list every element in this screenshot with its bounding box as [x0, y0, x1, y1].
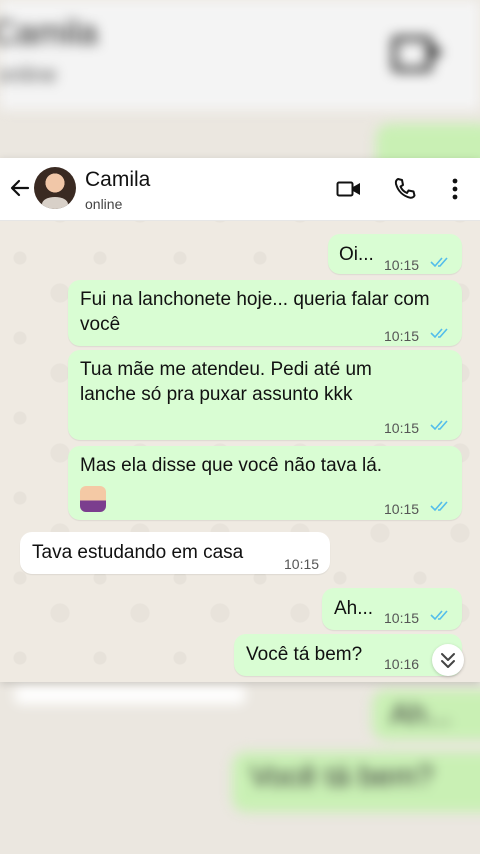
double-check-icon — [430, 501, 448, 512]
chevron-double-down-icon — [441, 653, 455, 668]
blurred-header: Camila online — [0, 0, 480, 110]
blurred-contact-name: Camila — [0, 14, 98, 52]
blurred-incoming-bubble — [14, 686, 246, 704]
message-time: 10:15 — [284, 556, 320, 572]
message-text: Tava estudando em casa — [32, 542, 244, 563]
blurred-status: online — [0, 62, 57, 87]
message-text: Ah... — [334, 598, 374, 619]
incoming-message[interactable]: Tava estudando em casa 10:15 — [20, 532, 330, 574]
blurred-video-icon — [392, 36, 443, 72]
scroll-down-button[interactable] — [432, 644, 464, 676]
contact-name[interactable]: Camila — [85, 168, 150, 192]
message-time: 10:15 — [384, 501, 420, 517]
outgoing-message[interactable]: Ah... 10:15 — [322, 588, 462, 630]
arrow-left-icon[interactable] — [8, 176, 32, 200]
double-check-icon — [430, 610, 448, 621]
blurred-bubble: Ah... — [372, 690, 480, 740]
double-check-icon — [430, 420, 448, 431]
message-time: 10:15 — [384, 328, 420, 344]
message-time: 10:15 — [384, 610, 420, 626]
chat-screen: Camila online Oi... 10:15 Fui na lanchon… — [0, 158, 480, 682]
outgoing-message[interactable]: Você tá bem? 10:16 — [234, 634, 462, 676]
message-text: Mas ela disse que você não tava lá. — [80, 455, 383, 476]
double-check-icon — [430, 257, 448, 268]
phone-icon[interactable] — [392, 176, 418, 202]
outgoing-message[interactable]: Mas ela disse que você não tava lá. 10:1… — [68, 446, 462, 520]
more-vertical-icon[interactable] — [442, 176, 468, 202]
outgoing-message[interactable]: Tua mãe me atendeu. Pedi até um lanche s… — [68, 350, 462, 440]
message-time: 10:16 — [384, 656, 420, 672]
facepalm-emoji-icon — [80, 486, 106, 512]
avatar[interactable] — [34, 167, 76, 209]
double-check-icon — [430, 328, 448, 339]
contact-status: online — [85, 196, 123, 212]
message-text: Você tá bem? — [246, 644, 363, 665]
message-text: Tua mãe me atendeu. Pedi até um lanche s… — [80, 359, 372, 405]
message-text: Oi... — [339, 244, 374, 265]
video-camera-icon[interactable] — [336, 176, 362, 202]
blurred-bubble: Você tá bem? — [232, 752, 480, 812]
chat-header: Camila online — [0, 158, 480, 221]
message-time: 10:15 — [384, 257, 420, 273]
outgoing-message[interactable]: Oi... 10:15 — [328, 234, 462, 274]
outgoing-message[interactable]: Fui na lanchonete hoje... queria falar c… — [68, 280, 462, 346]
message-time: 10:15 — [384, 420, 420, 436]
